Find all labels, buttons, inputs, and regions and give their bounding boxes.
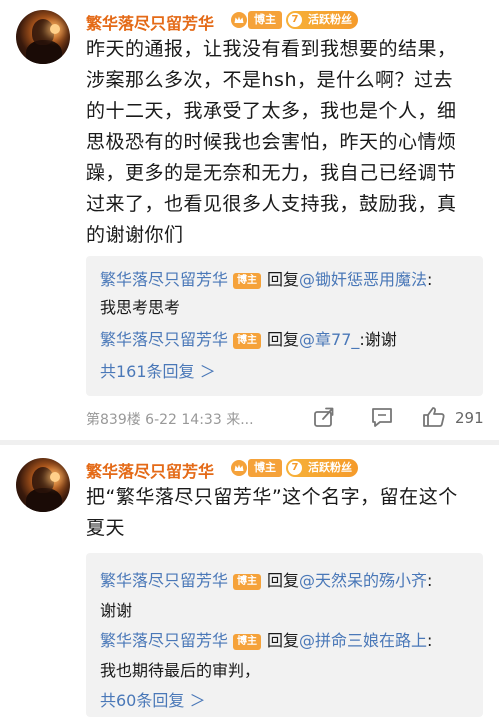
comment-body-line: 躁，更多的是无奈和无力，我自己已经调节 [86, 162, 457, 184]
more-replies-link[interactable]: 共60条回复 ＞ [100, 687, 205, 711]
active-fan-label: 活跃粉丝 [308, 13, 352, 26]
reply-text: 我思考思考 [100, 298, 181, 317]
reply-header: 繁华落尽只留芳华 博主 回复@拼命三娘在路上: [100, 627, 432, 651]
active-fan-badge: 7 活跃粉丝 [286, 459, 358, 477]
avatar[interactable] [16, 458, 70, 512]
reply-text: 谢谢 [100, 601, 133, 620]
reply-author[interactable]: 繁华落尽只留芳华 [100, 571, 228, 590]
more-replies-link[interactable]: 共161条回复 ＞ [100, 358, 216, 382]
reply-target-user[interactable]: @拼命三娘在路上 [299, 631, 427, 650]
reply-author[interactable]: 繁华落尽只留芳华 [100, 631, 228, 650]
avatar[interactable] [16, 10, 70, 64]
comment-body-line: 的十二天，我承受了太多，我也是个人，细 [86, 100, 457, 122]
reply-separator: : [427, 270, 433, 289]
crown-badge-icon [231, 12, 247, 28]
comment-item: 繁华落尽只留芳华 博主 7 活跃粉丝 昨天的通报，让我没有看到我想要的结果， 涉… [0, 0, 499, 440]
reply-target-user[interactable]: @章77_ [299, 330, 359, 349]
comment-body-line: 夏天 [86, 517, 126, 539]
comment-body-line: 把“繁华落尽只留芳华”这个名字，留在这个 [86, 486, 458, 508]
crown-badge-icon [231, 460, 247, 476]
reply-inline-text: :谢谢 [359, 330, 397, 349]
fan-level-icon: 7 [288, 13, 302, 27]
comment-body-line: 昨天的通报，让我没有看到我想要的结果， [86, 38, 457, 60]
host-badge: 博主 [248, 459, 282, 477]
like-count: 291 [455, 409, 484, 427]
comment-body-line: 思极恐有的时候我也会害怕，昨天的心情烦 [86, 131, 457, 153]
comment-username[interactable]: 繁华落尽只留芳华 [86, 10, 214, 34]
comment-body-line: 的谢谢你们 [86, 224, 184, 246]
host-badge: 博主 [233, 273, 262, 289]
reply-verb: 回复 [267, 270, 300, 289]
active-fan-label: 活跃粉丝 [308, 461, 352, 474]
reply-author[interactable]: 繁华落尽只留芳华 [100, 270, 228, 289]
comment-username[interactable]: 繁华落尽只留芳华 [86, 458, 214, 482]
reply-target-user[interactable]: @天然呆的殇小齐 [299, 571, 427, 590]
reply-text: 我也期待最后的审判， [100, 661, 261, 680]
active-fan-badge: 7 活跃粉丝 [286, 11, 358, 29]
reply-verb: 回复 [267, 631, 300, 650]
reply-preview-box[interactable]: 繁华落尽只留芳华 博主 回复@锄奸惩恶用魔法: 我思考思考 繁华落尽只留芳华 博主 回复… [86, 256, 483, 396]
thumbs-up-icon[interactable] [421, 404, 447, 430]
share-icon[interactable] [311, 404, 337, 430]
reply-separator: : [427, 631, 433, 650]
host-badge: 博主 [248, 11, 282, 29]
comment-item: 繁华落尽只留芳华 博主 7 活跃粉丝 把“繁华落尽只留芳华”这个名字，留在这个 … [0, 445, 499, 721]
reply-header: 繁华落尽只留芳华 博主 回复@天然呆的殇小齐: [100, 567, 432, 591]
comment-body: 昨天的通报，让我没有看到我想要的结果， 涉案那么多次，不是hsh，是什么啊？过去… [86, 34, 486, 251]
reply-preview-box[interactable]: 繁华落尽只留芳华 博主 回复@天然呆的殇小齐: 谢谢 繁华落尽只留芳华 博主 回复@拼命… [86, 553, 483, 717]
comment-body: 把“繁华落尽只留芳华”这个名字，留在这个 夏天 [86, 482, 486, 544]
reply-verb: 回复 [267, 330, 300, 349]
host-badge: 博主 [233, 574, 262, 590]
reply-header: 繁华落尽只留芳华 博主 回复@章77_:谢谢 [100, 326, 397, 350]
reply-author[interactable]: 繁华落尽只留芳华 [100, 330, 228, 349]
host-badge: 博主 [233, 634, 262, 650]
comment-body-line: 过来了，也看见很多人支持我，鼓励我，真 [86, 193, 457, 215]
host-badge: 博主 [233, 333, 262, 349]
comment-body-line: 涉案那么多次，不是hsh，是什么啊？过去 [86, 69, 453, 91]
fan-level-icon: 7 [288, 461, 302, 475]
reply-target-user[interactable]: @锄奸惩恶用魔法 [299, 270, 427, 289]
comment-meta: 第839楼 6-22 14:33 来... [86, 412, 254, 428]
reply-header: 繁华落尽只留芳华 博主 回复@锄奸惩恶用魔法: [100, 266, 432, 290]
comment-icon[interactable] [369, 404, 395, 430]
reply-separator: : [427, 571, 433, 590]
reply-verb: 回复 [267, 571, 300, 590]
